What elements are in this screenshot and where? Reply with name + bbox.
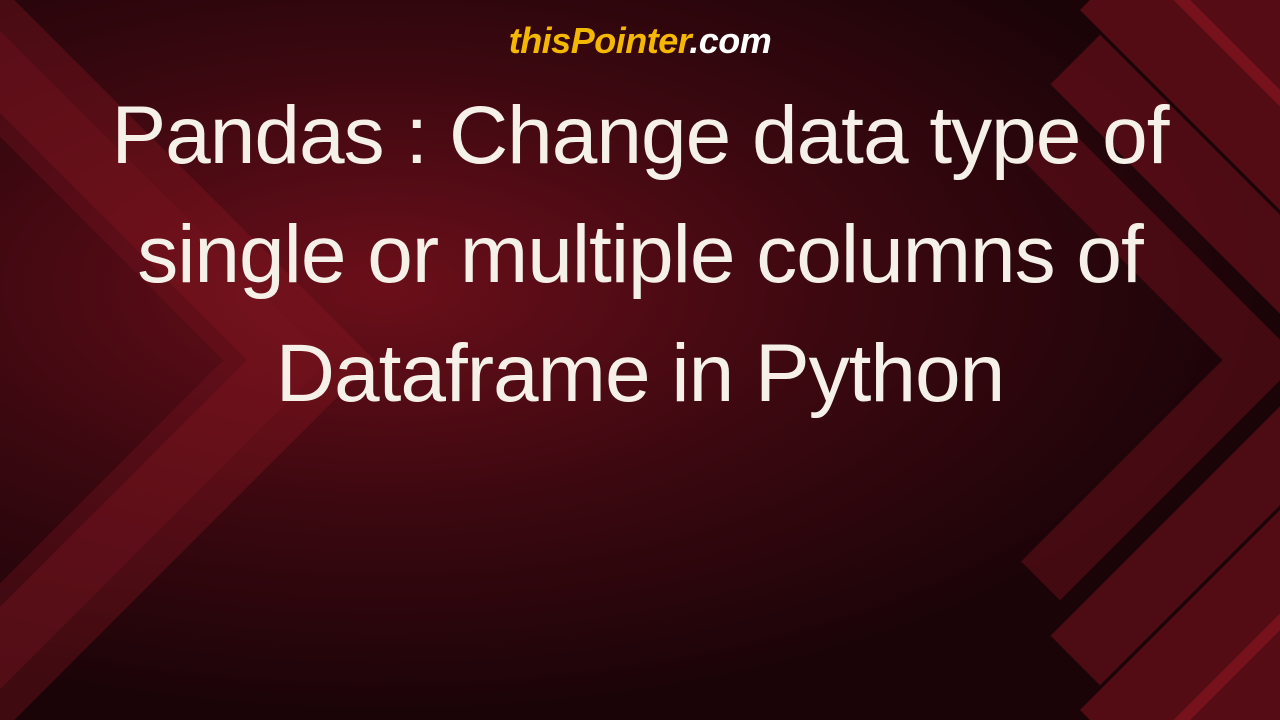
page-title: Pandas : Change data type of single or m… bbox=[0, 77, 1280, 434]
brand-part-com: com bbox=[699, 20, 772, 61]
brand-part-pointer: Pointer bbox=[571, 20, 690, 61]
brand-logo: thisPointer.com bbox=[509, 20, 772, 62]
brand-part-dot: . bbox=[689, 20, 699, 61]
brand-part-this: this bbox=[509, 20, 571, 61]
content-container: thisPointer.com Pandas : Change data typ… bbox=[0, 0, 1280, 720]
